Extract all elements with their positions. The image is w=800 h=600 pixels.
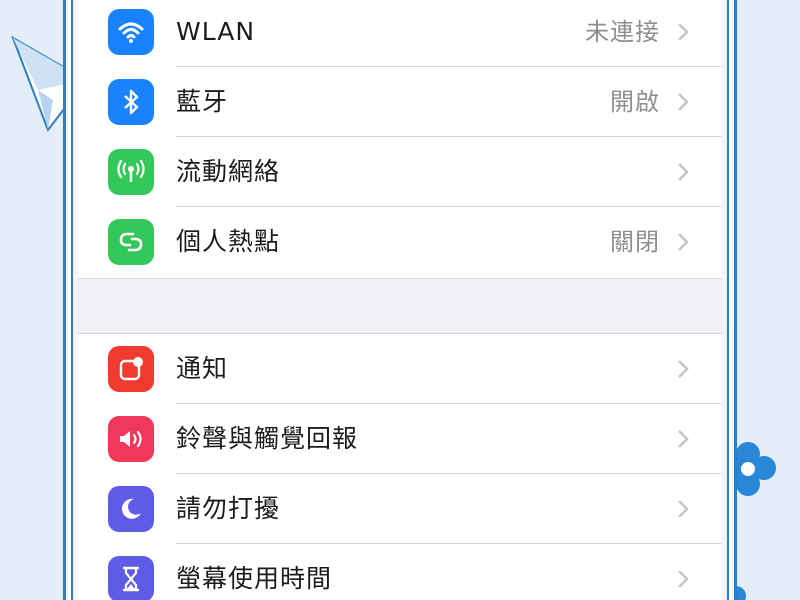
settings-row-label: 個人熱點	[176, 227, 281, 256]
personal-hotspot-icon	[108, 219, 154, 265]
settings-group-notifications: 通知 鈴聲與觸覺回報 請勿打擾 螢幕使用時間	[78, 334, 722, 600]
settings-row-value: 未連接	[585, 18, 660, 46]
chevron-right-icon	[678, 233, 689, 251]
chevron-right-icon	[678, 570, 689, 588]
settings-row-value: 關閉	[610, 228, 660, 256]
chevron-right-icon	[678, 93, 689, 111]
settings-row-value: 開啟	[610, 88, 660, 116]
settings-row-wlan[interactable]: WLAN 未連接	[78, 0, 722, 67]
settings-group-connectivity: WLAN 未連接 藍牙 開啟 流動網絡 個人熱點 關閉	[78, 0, 722, 278]
hourglass-icon	[108, 556, 154, 600]
bluetooth-icon	[108, 79, 154, 125]
settings-row-sounds-haptics[interactable]: 鈴聲與觸覺回報	[78, 404, 722, 474]
chevron-right-icon	[678, 430, 689, 448]
settings-row-label: 請勿打擾	[176, 494, 281, 523]
settings-row-bluetooth[interactable]: 藍牙 開啟	[78, 67, 722, 137]
settings-row-screen-time[interactable]: 螢幕使用時間	[78, 544, 722, 600]
chevron-right-icon	[678, 163, 689, 181]
chevron-right-icon	[678, 23, 689, 41]
settings-row-label: 鈴聲與觸覺回報	[176, 424, 359, 453]
cellular-antenna-icon	[108, 149, 154, 195]
notifications-icon	[108, 346, 154, 392]
speaker-icon	[108, 416, 154, 462]
settings-row-cellular[interactable]: 流動網絡	[78, 137, 722, 207]
settings-row-do-not-disturb[interactable]: 請勿打擾	[78, 474, 722, 544]
chevron-right-icon	[678, 500, 689, 518]
moon-icon	[108, 486, 154, 532]
settings-row-label: 流動網絡	[176, 157, 281, 186]
settings-row-notifications[interactable]: 通知	[78, 334, 722, 404]
settings-row-label: 螢幕使用時間	[176, 564, 333, 593]
settings-row-label: WLAN	[176, 17, 256, 46]
settings-row-label: 藍牙	[176, 87, 229, 116]
settings-row-hotspot[interactable]: 個人熱點 關閉	[78, 207, 722, 277]
wifi-icon	[108, 9, 154, 55]
settings-row-label: 通知	[176, 354, 229, 383]
settings-screen: WLAN 未連接 藍牙 開啟 流動網絡 個人熱點 關閉 通知 鈴聲與觸覺回報 請…	[78, 0, 722, 600]
chevron-right-icon	[678, 360, 689, 378]
section-gap	[78, 278, 722, 334]
